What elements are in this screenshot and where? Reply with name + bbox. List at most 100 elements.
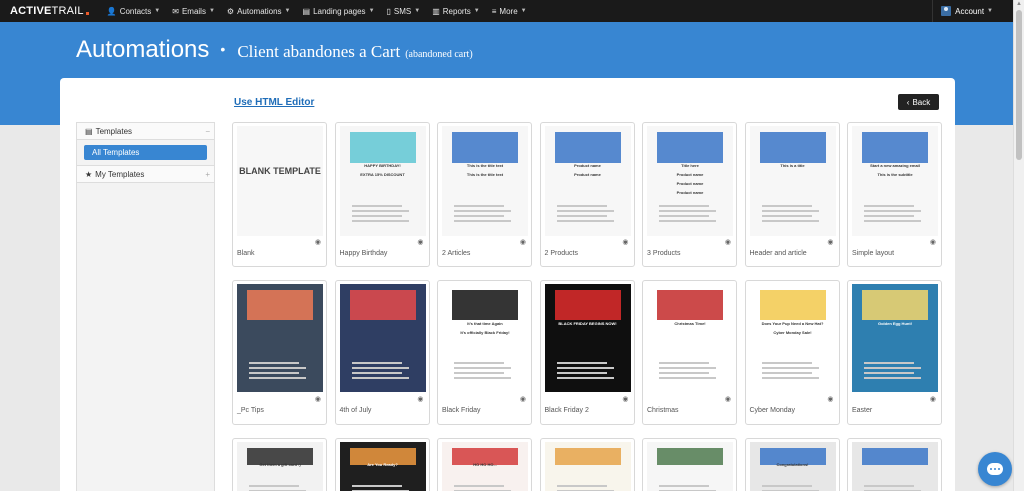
template-thumbnail[interactable] [544, 442, 631, 491]
template-thumbnail[interactable] [852, 442, 938, 491]
nav-sms[interactable]: ▯ SMS ▼ [381, 0, 427, 22]
thumbnail-text: Get them a gift card :) [259, 462, 301, 468]
nav-landing-pages[interactable]: ▤ Landing pages ▼ [297, 0, 381, 22]
template-card[interactable]: BLANK TEMPLATE Blank ◉ [232, 122, 327, 267]
template-card[interactable]: HAPPY BIRTHDAY! EXTRA 15% DISCOUNT Happy B… [334, 122, 430, 267]
automation-icon: ⚙ [226, 6, 235, 16]
eye-icon[interactable]: ◉ [315, 238, 321, 246]
back-button[interactable]: ‹ Back [898, 94, 939, 110]
template-card[interactable]: 4th of July ◉ [334, 280, 430, 425]
template-card[interactable]: Start a new amazing email This is the sub… [847, 122, 942, 267]
template-card[interactable]: Product name Product name 2 Products ◉ [539, 122, 635, 267]
eye-icon[interactable]: ◉ [930, 395, 936, 403]
thumbnail-line [556, 485, 607, 488]
thumbnail-accent [554, 290, 621, 321]
thumbnail-line [659, 361, 709, 364]
thumbnail-line [454, 205, 504, 208]
template-card[interactable]: HO HO HO... [437, 438, 532, 491]
eye-icon[interactable]: ◉ [417, 395, 423, 403]
eye-icon[interactable]: ◉ [622, 238, 628, 246]
scroll-thumb[interactable] [1016, 10, 1022, 160]
eye-icon[interactable]: ◉ [725, 395, 731, 403]
collapse-icon[interactable]: − [205, 127, 210, 136]
template-card[interactable] [847, 438, 942, 491]
template-thumbnail[interactable]: HAPPY BIRTHDAY! EXTRA 15% DISCOUNT [339, 126, 426, 236]
eye-icon[interactable]: ◉ [827, 395, 833, 403]
thumbnail-line [556, 220, 614, 223]
template-thumbnail[interactable]: It's that time Again It's officially Blac… [442, 284, 528, 392]
thumbnail-line [864, 485, 914, 488]
nav-automations[interactable]: ⚙ Automations ▼ [221, 0, 297, 22]
thumbnail-line [864, 215, 914, 218]
use-html-editor-link[interactable]: Use HTML Editor [234, 97, 314, 108]
template-thumbnail[interactable] [647, 442, 733, 491]
template-card[interactable]: Title here Product name Product name Produc… [642, 122, 737, 267]
template-card[interactable]: Golden Egg Hunt! Easter ◉ [847, 280, 942, 425]
account-menu[interactable]: Account ▼ [932, 0, 1013, 22]
template-thumbnail[interactable]: Start a new amazing email This is the sub… [852, 126, 938, 236]
envelope-icon: ✉ [172, 6, 179, 16]
thumbnail-line [249, 361, 299, 364]
template-thumbnail[interactable]: BLANK TEMPLATE [237, 126, 323, 236]
thumbnail-text: Title here [681, 163, 699, 169]
template-thumbnail[interactable]: Product name Product name [544, 126, 631, 236]
eye-icon[interactable]: ◉ [827, 238, 833, 246]
chat-button[interactable] [978, 452, 1012, 486]
template-thumbnail[interactable]: Golden Egg Hunt! [852, 284, 938, 392]
thumbnail-line [659, 485, 709, 488]
thumbnail-accent [759, 290, 826, 321]
template-card[interactable]: Get them a gift card :) [232, 438, 327, 491]
eye-icon[interactable]: ◉ [520, 395, 526, 403]
template-thumbnail[interactable]: Congratulations! [749, 442, 836, 491]
template-thumbnail[interactable]: HO HO HO... [442, 442, 528, 491]
template-card[interactable]: BLACK FRIDAY BEGINS NOW! Black Friday 2 ◉ [539, 280, 635, 425]
eye-icon[interactable]: ◉ [520, 238, 526, 246]
nav-emails[interactable]: ✉ Emails ▼ [166, 0, 221, 22]
template-thumbnail[interactable]: Title here Product name Product name Produc… [647, 126, 733, 236]
eye-icon[interactable]: ◉ [622, 395, 628, 403]
activetrail-logo[interactable]: ACTIVE TRAIL [0, 0, 101, 22]
nav-contacts[interactable]: 👤 Contacts ▼ [101, 0, 167, 22]
thumbnail-line [761, 485, 812, 488]
template-card[interactable]: Does Your Pup Need a New Hat? Cyber Monda… [744, 280, 840, 425]
nav-reports[interactable]: ▥ Reports ▼ [426, 0, 486, 22]
eye-icon[interactable]: ◉ [725, 238, 731, 246]
sidebar-templates-header[interactable]: ▤ Templates − [77, 123, 214, 140]
expand-icon[interactable]: + [205, 170, 210, 179]
template-card[interactable]: This is a title Header and article ◉ [744, 122, 840, 267]
eye-icon[interactable]: ◉ [930, 238, 936, 246]
caret-down-icon: ▼ [154, 8, 161, 14]
thumbnail-line [761, 210, 819, 213]
template-thumbnail[interactable]: This is the title text This is the title … [442, 126, 528, 236]
thumbnail-line [761, 371, 812, 374]
template-card[interactable] [642, 438, 737, 491]
template-card[interactable]: _Pc Tips ◉ [232, 280, 327, 425]
thumbnail-text: Product name [676, 181, 704, 187]
template-thumbnail[interactable]: Get them a gift card :) [237, 442, 323, 491]
template-card[interactable]: It's that time Again It's officially Blac… [437, 280, 532, 425]
template-thumbnail[interactable]: This is a title [749, 126, 836, 236]
eye-icon[interactable]: ◉ [315, 395, 321, 403]
template-card[interactable] [539, 438, 635, 491]
mobile-icon: ▯ [386, 6, 391, 16]
thumbnail-line [659, 210, 716, 213]
template-thumbnail[interactable]: Christmas Time! [647, 284, 733, 392]
template-card[interactable]: Are You Ready? [334, 438, 430, 491]
sidebar-item-all-templates[interactable]: All Templates [84, 145, 207, 160]
thumbnail-line [249, 371, 299, 374]
thumbnail-line [761, 361, 812, 364]
template-thumbnail[interactable] [339, 284, 426, 392]
template-thumbnail[interactable]: Does Your Pup Need a New Hat? Cyber Monda… [749, 284, 836, 392]
template-card[interactable]: Christmas Time! Christmas ◉ [642, 280, 737, 425]
thumbnail-line [761, 215, 812, 218]
template-thumbnail[interactable]: Are You Ready? [339, 442, 426, 491]
nav-more[interactable]: ≡ More ▼ [486, 0, 533, 22]
template-card[interactable]: Congratulations! [744, 438, 840, 491]
sidebar-my-templates-header[interactable]: ★ My Templates + [77, 166, 214, 183]
title-separator: • [220, 41, 226, 57]
eye-icon[interactable]: ◉ [417, 238, 423, 246]
template-thumbnail[interactable]: BLACK FRIDAY BEGINS NOW! [544, 284, 631, 392]
template-thumbnail[interactable] [237, 284, 323, 392]
page-scrollbar[interactable]: ▲ [1013, 0, 1024, 491]
template-card[interactable]: This is the title text This is the title … [437, 122, 532, 267]
